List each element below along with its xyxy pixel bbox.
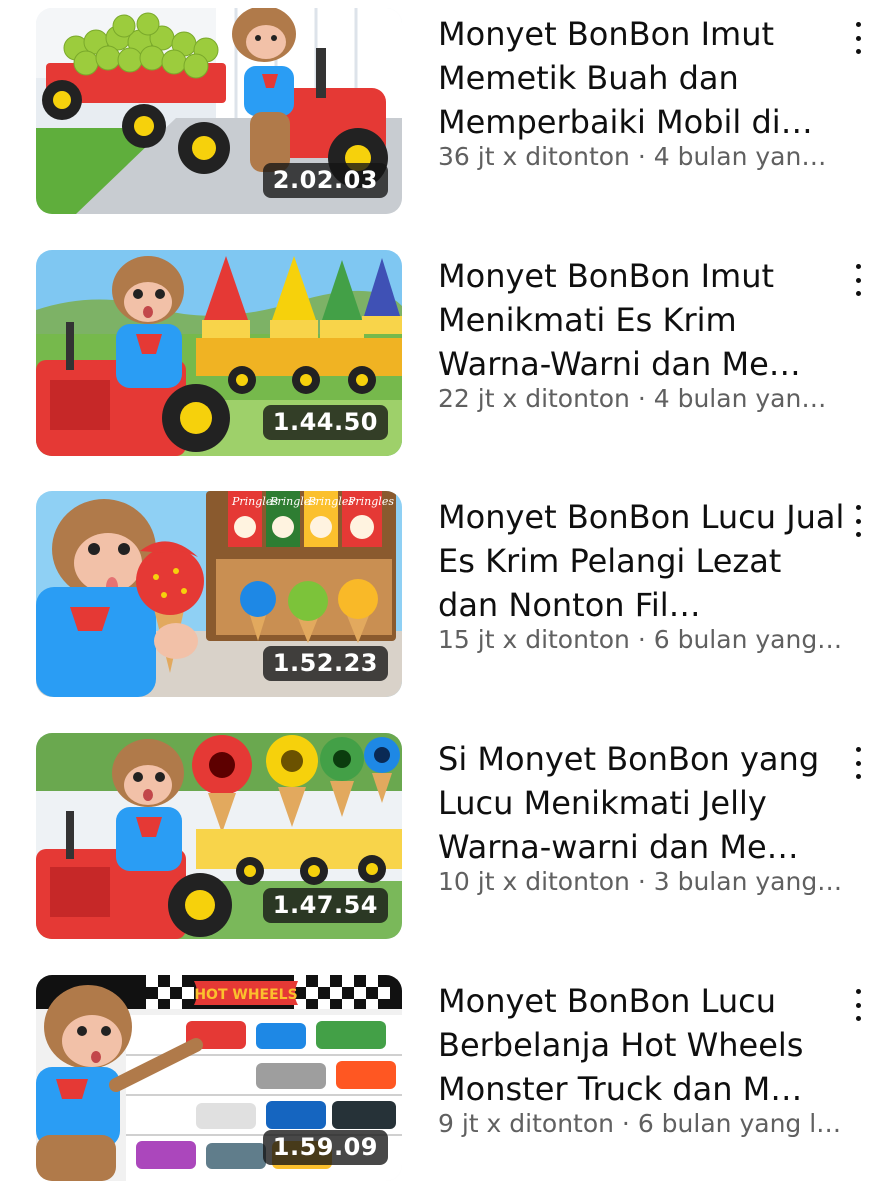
video-duration: 2.02.03: [262, 163, 388, 198]
video-title[interactable]: Monyet BonBon Imut Menikmati Es Krim War…: [438, 254, 848, 386]
video-title[interactable]: Monyet BonBon Lucu Berbelanja Hot Wheels…: [438, 979, 848, 1111]
video-stats: 15 jt x ditonton · 6 bulan yang…: [438, 625, 843, 654]
hot-wheels-logo: HOT WHEELS: [194, 987, 297, 1003]
video-stats: 10 jt x ditonton · 3 bulan yang…: [438, 867, 843, 896]
video-duration: 1.44.50: [262, 405, 388, 440]
video-title[interactable]: Si Monyet BonBon yang Lucu Menikmati Jel…: [438, 737, 848, 869]
video-stats: 22 jt x ditonton · 4 bulan yan…: [438, 384, 827, 413]
video-item[interactable]: HOT WHEELS 1.59.09 Monyet BonBon Lucu Be…: [0, 975, 896, 1185]
more-vert-icon[interactable]: [846, 743, 870, 783]
video-title[interactable]: Monyet BonBon Imut Memetik Buah dan Memp…: [438, 12, 848, 144]
pringles-label: Pringles: [347, 495, 394, 508]
more-vert-icon[interactable]: [846, 260, 870, 300]
video-thumbnail[interactable]: 1.44.50: [36, 250, 402, 456]
more-vert-icon[interactable]: [846, 501, 870, 541]
video-duration: 1.47.54: [262, 888, 388, 923]
video-thumbnail[interactable]: 1.47.54: [36, 733, 402, 939]
video-meta: Monyet BonBon Lucu Jual Es Krim Pelangi …: [438, 495, 848, 655]
video-meta: Monyet BonBon Imut Menikmati Es Krim War…: [438, 254, 848, 414]
video-meta: Monyet BonBon Imut Memetik Buah dan Memp…: [438, 12, 848, 172]
video-thumbnail[interactable]: Pringles Pringles Pringles Pringles 1.52…: [36, 491, 402, 697]
video-item[interactable]: Pringles Pringles Pringles Pringles 1.52…: [0, 491, 896, 701]
video-stats: 9 jt x ditonton · 6 bulan yang l…: [438, 1109, 842, 1138]
more-vert-icon[interactable]: [846, 985, 870, 1025]
video-meta: Monyet BonBon Lucu Berbelanja Hot Wheels…: [438, 979, 848, 1139]
video-item[interactable]: 2.02.03 Monyet BonBon Imut Memetik Buah …: [0, 8, 896, 218]
video-stats: 36 jt x ditonton · 4 bulan yan…: [438, 142, 827, 171]
video-thumbnail[interactable]: HOT WHEELS 1.59.09: [36, 975, 402, 1181]
more-vert-icon[interactable]: [846, 18, 870, 58]
video-duration: 1.59.09: [262, 1130, 388, 1165]
video-title[interactable]: Monyet BonBon Lucu Jual Es Krim Pelangi …: [438, 495, 848, 627]
video-item[interactable]: 1.44.50 Monyet BonBon Imut Menikmati Es …: [0, 250, 896, 460]
video-duration: 1.52.23: [262, 646, 388, 681]
video-list: 2.02.03 Monyet BonBon Imut Memetik Buah …: [0, 0, 896, 1200]
video-item[interactable]: 1.47.54 Si Monyet BonBon yang Lucu Menik…: [0, 733, 896, 943]
video-thumbnail[interactable]: 2.02.03: [36, 8, 402, 214]
video-meta: Si Monyet BonBon yang Lucu Menikmati Jel…: [438, 737, 848, 897]
